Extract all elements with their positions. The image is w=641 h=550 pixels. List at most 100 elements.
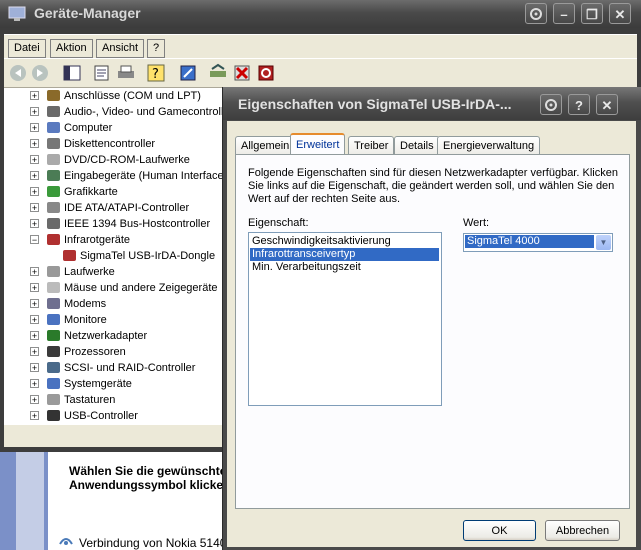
expand-icon[interactable]: + xyxy=(30,171,39,181)
expand-icon[interactable]: + xyxy=(30,315,39,325)
tree-item-label: Grafikkarte xyxy=(64,186,118,198)
value-dropdown-text: SigmaTel 4000 xyxy=(465,235,594,248)
device-manager-titlebar[interactable]: Geräte-Manager – ❐ ✕ xyxy=(0,0,641,28)
scan-hardware-icon[interactable] xyxy=(178,63,198,83)
advanced-tab-panel: Folgende Eigenschaften sind für diesen N… xyxy=(235,154,630,509)
tree-item-label: IEEE 1394 Bus-Hostcontroller xyxy=(64,218,211,230)
menu-help[interactable]: ? xyxy=(147,39,166,58)
expand-icon[interactable]: + xyxy=(30,299,39,309)
floppy-controller-icon xyxy=(47,138,60,149)
tree-item-label: Modems xyxy=(64,298,107,310)
cancel-button[interactable]: Abbrechen xyxy=(545,520,620,541)
properties-dialog: Eigenschaften von SigmaTel USB-IrDA-... … xyxy=(222,87,641,550)
tree-item-label: Anschlüsse (COM und LPT) xyxy=(64,90,201,102)
expand-icon[interactable]: + xyxy=(30,395,39,405)
expand-icon[interactable]: + xyxy=(30,107,39,117)
connection-text[interactable]: Verbindung von Nokia 5140i u xyxy=(79,536,239,550)
dialog-help-button[interactable]: ? xyxy=(568,94,590,115)
maximize-button[interactable]: ❐ xyxy=(581,3,603,24)
question-icon: ? xyxy=(575,98,583,113)
expand-icon[interactable]: + xyxy=(30,219,39,229)
value-dropdown[interactable]: SigmaTel 4000 ▼ xyxy=(463,233,613,252)
tab-energieverwaltung[interactable]: Energieverwaltung xyxy=(437,136,541,155)
usb-icon xyxy=(47,410,60,421)
computer-icon xyxy=(47,122,60,133)
ide-icon xyxy=(47,202,60,213)
close-button[interactable]: ✕ xyxy=(609,3,631,24)
property-item-min-verarbeitungszeit[interactable]: Min. Verarbeitungszeit xyxy=(250,261,439,274)
chevron-down-icon[interactable]: ▼ xyxy=(596,235,611,250)
background-heading-line1: Wählen Sie die gewünschte xyxy=(69,464,227,478)
expand-icon[interactable]: + xyxy=(30,379,39,389)
expand-icon[interactable]: + xyxy=(30,139,39,149)
connection-icon xyxy=(59,538,73,545)
tree-item-label: Monitore xyxy=(64,314,107,326)
expand-icon[interactable]: + xyxy=(30,155,39,165)
property-list[interactable]: Geschwindigkeitsaktivierung Infrarottran… xyxy=(248,232,442,406)
tab-treiber[interactable]: Treiber xyxy=(348,136,395,155)
property-item-infrarottransceivertyp[interactable]: Infrarottransceivertyp xyxy=(250,248,439,261)
expand-icon[interactable]: + xyxy=(30,203,39,213)
port-icon xyxy=(47,90,60,101)
tree-item-label: USB-Controller xyxy=(64,410,138,422)
tree-item-label: DVD/CD-ROM-Laufwerke xyxy=(64,154,190,166)
property-item-geschwindigkeitsaktivierung[interactable]: Geschwindigkeitsaktivierung xyxy=(250,235,439,248)
processor-icon xyxy=(47,346,60,357)
dialog-titlebar[interactable]: Eigenschaften von SigmaTel USB-IrDA-... … xyxy=(223,87,641,120)
expand-icon[interactable]: + xyxy=(30,267,39,277)
tree-item-label: Netzwerkadapter xyxy=(64,330,148,342)
property-label: Eigenschaft: xyxy=(248,217,309,229)
close-icon: ✕ xyxy=(614,7,626,22)
background-window-sidebar-inner xyxy=(16,452,44,550)
print-icon[interactable] xyxy=(116,63,136,83)
expand-icon[interactable]: + xyxy=(30,347,39,357)
uninstall-icon[interactable] xyxy=(232,63,252,83)
tree-item-label: SCSI- und RAID-Controller xyxy=(64,362,196,374)
tab-allgemein[interactable]: Allgemein xyxy=(235,136,296,155)
minimize-button[interactable]: – xyxy=(553,3,575,24)
disable-device-icon[interactable] xyxy=(256,63,276,83)
expand-icon[interactable]: + xyxy=(30,283,39,293)
expand-icon[interactable]: + xyxy=(30,331,39,341)
value-label: Wert: xyxy=(463,217,490,229)
dialog-context-button[interactable] xyxy=(540,94,562,115)
help-context-button[interactable] xyxy=(525,3,547,24)
background-heading-line2: Anwendungssymbol klicken xyxy=(69,478,231,492)
expand-icon[interactable]: + xyxy=(30,363,39,373)
window-title: Geräte-Manager xyxy=(34,5,141,21)
collapse-icon[interactable]: − xyxy=(30,235,39,245)
ok-button[interactable]: OK xyxy=(463,520,536,541)
tree-item-label: Diskettencontroller xyxy=(64,138,156,150)
device-manager-app-icon xyxy=(8,6,26,21)
hid-icon xyxy=(47,170,60,181)
back-icon[interactable] xyxy=(8,63,28,83)
properties-icon[interactable] xyxy=(92,63,112,83)
advanced-description: Folgende Eigenschaften sind für diesen N… xyxy=(248,167,618,205)
toolbar: ? xyxy=(4,58,637,88)
expand-icon[interactable]: + xyxy=(30,123,39,133)
forward-icon[interactable] xyxy=(30,63,50,83)
menu-datei[interactable]: Datei xyxy=(8,39,46,58)
tree-item-label: Computer xyxy=(64,122,113,134)
tree-item-label: Tastaturen xyxy=(64,394,116,406)
help-icon[interactable]: ? xyxy=(146,63,166,83)
console-tree-icon[interactable] xyxy=(62,63,82,83)
update-driver-icon[interactable] xyxy=(208,63,228,83)
tab-details[interactable]: Details xyxy=(394,136,440,155)
expand-icon[interactable]: + xyxy=(30,187,39,197)
expand-icon[interactable]: + xyxy=(30,91,39,101)
dialog-body: Allgemein Erweitert Treiber Details Ener… xyxy=(227,121,636,547)
disk-drive-icon xyxy=(47,266,60,277)
restore-icon: ❐ xyxy=(586,7,598,22)
tree-item-label: Laufwerke xyxy=(64,266,115,278)
tree-item-label: SigmaTel USB-IrDA-Dongle xyxy=(80,250,216,262)
expand-icon[interactable]: + xyxy=(30,411,39,421)
ieee1394-icon xyxy=(47,218,60,229)
tree-item-label: Prozessoren xyxy=(64,346,126,358)
display-adapter-icon xyxy=(47,186,60,197)
dialog-close-button[interactable]: ✕ xyxy=(596,94,618,115)
infrared-icon xyxy=(47,234,60,245)
menu-ansicht[interactable]: Ansicht xyxy=(96,39,145,58)
gear-icon xyxy=(530,8,542,20)
menu-aktion[interactable]: Aktion xyxy=(50,39,93,58)
